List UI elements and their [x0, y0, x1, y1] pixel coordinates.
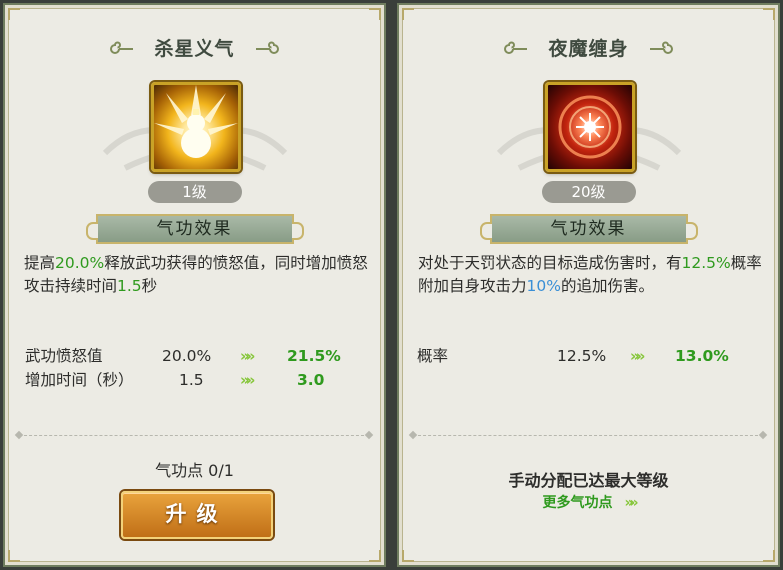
double-chevron-right-icon: »»: [240, 347, 256, 365]
cloud-scroll-ornament-icon: [504, 41, 528, 54]
more-skill-points-label[interactable]: 更多气功点: [542, 495, 612, 511]
desc-value: 10%: [526, 277, 561, 295]
stat-name: 武功愤怒值: [25, 347, 103, 365]
frame-corner: [369, 8, 381, 20]
cloud-scroll-ornament-icon: [255, 41, 279, 54]
frame-corner: [369, 550, 381, 562]
skill-panel-right: 夜魔缠身 20级 气功效果 对处于天罚状态的目标造成伤害时，有12.5%概率附加…: [397, 3, 780, 567]
frame-corner: [402, 8, 414, 20]
stat-current: 12.5%: [557, 347, 607, 365]
skill-points-label: 气功点 0/1: [155, 461, 234, 480]
crimson-vortex-sigil-icon[interactable]: [544, 82, 635, 172]
stat-next: 3.0: [297, 371, 325, 389]
section-label-banner: 气功效果: [85, 214, 304, 244]
stat-row: 武功愤怒值 20.0% »» 21.5%: [25, 345, 365, 367]
skill-title-row: 杀星义气: [5, 35, 384, 63]
double-chevron-right-icon: »»: [624, 495, 638, 511]
more-skill-points-link[interactable]: 更多气功点 »»: [399, 492, 778, 512]
double-chevron-right-icon: »»: [630, 347, 646, 365]
vortex-sigil-icon: [558, 95, 621, 159]
desc-text: 提高: [24, 254, 56, 272]
frame-corner: [402, 550, 414, 562]
skill-title-row: 夜魔缠身: [399, 35, 778, 63]
skill-title: 杀星义气: [154, 38, 235, 60]
skill-description: 提高20.0%释放武功获得的愤怒值，同时增加愤怒攻击持续时间1.5秒: [24, 252, 374, 298]
double-chevron-right-icon: »»: [240, 371, 256, 389]
golden-gourd-burst-icon[interactable]: [150, 82, 241, 172]
desc-value: 20.0%: [55, 254, 105, 272]
frame-corner: [763, 8, 775, 20]
upgrade-button[interactable]: 升级: [120, 491, 273, 539]
stat-current: 20.0%: [162, 347, 212, 365]
frame-corner: [8, 8, 20, 20]
skill-level-badge: 1级: [147, 181, 242, 203]
skill-panel-left: 杀星义气 1级 气功效果 提高20.0%释放武功获得的愤怒值，同时增加愤怒攻击持…: [3, 3, 386, 567]
desc-text: 秒: [141, 277, 158, 295]
stat-next: 13.0%: [675, 347, 729, 365]
cloud-scroll-ornament-icon: [110, 41, 134, 54]
desc-text: 对处于天罚状态的目标造成伤害时，有: [418, 254, 682, 272]
skill-description: 对处于天罚状态的目标造成伤害时，有12.5%概率附加自身攻击力10%的追加伤害。: [418, 252, 768, 298]
frame-corner: [8, 550, 20, 562]
cloud-scroll-ornament-icon: [649, 41, 673, 54]
skill-title: 夜魔缠身: [548, 38, 629, 60]
desc-text: 的追加伤害。: [560, 277, 654, 295]
max-level-notice: 手动分配已达最大等级: [508, 471, 669, 490]
gourd-icon: [153, 85, 238, 158]
section-divider: [413, 435, 763, 436]
skill-level-badge: 20级: [541, 181, 636, 203]
stat-next: 21.5%: [287, 347, 341, 365]
stat-name: 增加时间（秒）: [25, 371, 134, 389]
stat-current: 1.5: [179, 371, 204, 389]
desc-value: 12.5%: [681, 254, 731, 272]
frame-corner: [763, 550, 775, 562]
stat-row: 增加时间（秒） 1.5 »» 3.0: [25, 369, 365, 391]
section-divider: [19, 435, 369, 436]
stat-row: 概率 12.5% »» 13.0%: [417, 345, 757, 367]
section-label-banner: 气功效果: [479, 214, 698, 244]
desc-value: 1.5: [117, 277, 142, 295]
stat-name: 概率: [417, 347, 449, 365]
